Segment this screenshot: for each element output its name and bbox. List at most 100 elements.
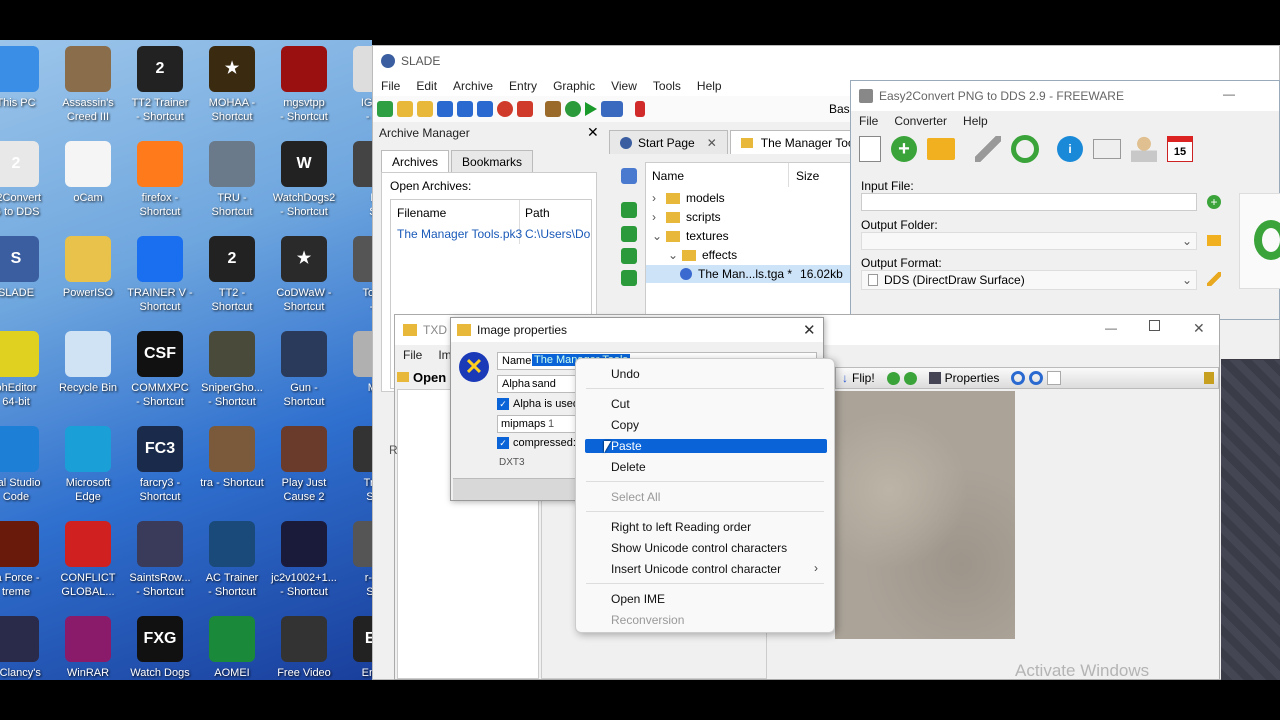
dialog-close-icon[interactable]: ✕ [803, 321, 816, 339]
e2c-menu-item[interactable]: File [851, 114, 886, 128]
zoom-fit-icon[interactable] [903, 371, 917, 385]
desktop-icon[interactable]: IGSh [340, 141, 372, 219]
archive-manager-close-icon[interactable]: ✕ [587, 124, 599, 141]
desktop-icon[interactable]: TRU - Shortcut [196, 141, 268, 219]
expand-icon[interactable]: › [652, 191, 666, 205]
bug-icon[interactable] [565, 101, 581, 117]
archive-row-path[interactable]: C:\Users\Do [525, 227, 591, 241]
desktop-icon[interactable]: S SLADE [0, 236, 52, 300]
slade-menu-item[interactable]: Help [689, 79, 730, 93]
desktop-icon[interactable]: Assassin's Creed III [52, 46, 124, 124]
desktop-icon[interactable]: ual Studio Code [0, 426, 52, 504]
add-input-icon[interactable]: + [1207, 195, 1221, 209]
desktop-icon[interactable]: AOMEI [196, 616, 268, 680]
desktop-icon[interactable]: jc2v1002+1... - Shortcut [268, 521, 340, 599]
menu-insert-unicode[interactable]: Insert Unicode control character [611, 562, 781, 576]
wrench-icon[interactable] [601, 101, 623, 117]
zoom-reset-icon[interactable] [886, 371, 900, 385]
desktop-icon[interactable]: This PC [0, 46, 52, 110]
import-icon[interactable] [621, 226, 637, 242]
desktop-icon[interactable]: MP [340, 331, 372, 395]
convert-icon[interactable] [1011, 135, 1039, 163]
menu-paste[interactable]: Paste [611, 439, 642, 453]
desktop-icon[interactable]: tra - Shortcut [196, 426, 268, 490]
save-icon[interactable] [437, 101, 453, 117]
open-icon[interactable] [397, 101, 413, 117]
txd-close-icon[interactable]: ✕ [1193, 320, 1205, 337]
slade-menu-item[interactable]: Archive [445, 79, 501, 93]
menu-rtl[interactable]: Right to left Reading order [611, 520, 751, 534]
e2c-minimize-icon[interactable]: — [1223, 87, 1235, 101]
alpha-field[interactable]: Alpha sand [497, 375, 577, 393]
menu-cut[interactable]: Cut [611, 397, 630, 411]
menu-copy[interactable]: Copy [611, 418, 639, 432]
output-format-select[interactable]: DDS (DirectDraw Surface) ⌄ [861, 270, 1197, 290]
desktop-icon[interactable]: EN Enem [340, 616, 372, 680]
script-icon[interactable] [545, 101, 561, 117]
desktop-icon[interactable]: oCam [52, 141, 124, 205]
desktop-icon[interactable]: Recycle Bin [52, 331, 124, 395]
collapse-icon[interactable]: ⌄ [668, 248, 682, 262]
desktop-icon[interactable]: ohEditor 64-bit [0, 331, 52, 409]
close-archive-icon[interactable] [497, 101, 513, 117]
col-path[interactable]: Path [525, 206, 550, 220]
col-name[interactable]: Name [652, 169, 684, 183]
desktop-icon[interactable]: ★ MOHAA - Shortcut [196, 46, 268, 124]
desktop-icon[interactable]: CSF COMMXPC - Shortcut [124, 331, 196, 409]
desktop-icon[interactable]: Train Sho [340, 426, 372, 504]
txd-open-button[interactable]: Open [395, 367, 451, 387]
zoom-in-icon[interactable] [1011, 371, 1026, 385]
slade-menu-item[interactable]: Entry [501, 79, 545, 93]
e2c-menu-item[interactable]: Help [955, 114, 996, 128]
desktop-icon[interactable]: W WatchDogs2 - Shortcut [268, 141, 340, 219]
menu-undo[interactable]: Undo [611, 367, 640, 381]
slade-menu-item[interactable]: Edit [408, 79, 445, 93]
slade-menu-item[interactable]: Graphic [545, 79, 603, 93]
tree-item-models[interactable]: › models [652, 191, 725, 205]
user-star-icon[interactable] [1131, 136, 1157, 162]
slade-menu-item[interactable]: Tools [645, 79, 689, 93]
calendar-icon[interactable]: 15 [1167, 136, 1193, 162]
properties-button[interactable]: Properties [945, 371, 1000, 385]
save-all-icon[interactable] [477, 101, 493, 117]
menu-show-unicode[interactable]: Show Unicode control characters [611, 541, 787, 555]
new-icon[interactable] [859, 136, 881, 162]
wrench-settings-icon[interactable] [975, 136, 1001, 162]
output-folder-select[interactable]: ⌄ [861, 232, 1197, 250]
view-icon[interactable] [1047, 371, 1062, 385]
slade-menu-item[interactable]: View [603, 79, 645, 93]
save-entry-icon[interactable] [621, 270, 637, 286]
open-dir-icon[interactable] [417, 101, 433, 117]
desktop-icon[interactable]: 2 TT2 - Shortcut [196, 236, 268, 314]
mail-icon[interactable] [1093, 139, 1121, 159]
desktop-icon[interactable]: ★ CoDWaW - Shortcut [268, 236, 340, 314]
desktop-icon[interactable]: AC Trainer - Shortcut [196, 521, 268, 599]
tree-item-file-selected[interactable]: The Man...ls.tga * 16.02kb [646, 265, 856, 283]
menu-open-ime[interactable]: Open IME [611, 592, 665, 606]
convert-big-button[interactable] [1239, 193, 1280, 289]
input-file-field[interactable] [861, 193, 1197, 211]
desktop-icon[interactable]: Tomb- L [340, 236, 372, 314]
export-icon[interactable] [621, 248, 637, 264]
txd-maximize-icon[interactable] [1149, 320, 1160, 331]
new-entry-icon[interactable] [621, 202, 637, 218]
run-icon[interactable] [585, 102, 597, 116]
browse-folder-icon[interactable] [1207, 235, 1221, 246]
compressed-checkbox[interactable]: ✓ compressed: [497, 437, 576, 449]
desktop-icon[interactable]: SniperGho... - Shortcut [196, 331, 268, 409]
desktop-icon[interactable]: y Clancy's [0, 616, 52, 680]
tab-close-icon[interactable]: ✕ [707, 136, 717, 150]
alpha-used-checkbox[interactable]: ✓ Alpha is used [497, 398, 579, 410]
tab-start-page[interactable]: Start Page ✕ [609, 130, 728, 154]
txd-menu-file[interactable]: File [395, 348, 430, 362]
mipmaps-field[interactable]: mipmaps 1 [497, 415, 577, 433]
edit-format-icon[interactable] [1207, 272, 1221, 286]
desktop-icon[interactable]: CONFLICT GLOBAL... [52, 521, 124, 599]
desktop-icon[interactable]: Play Just Cause 2 [268, 426, 340, 504]
tab-bookmarks[interactable]: Bookmarks [451, 150, 534, 172]
txd-minimize-icon[interactable]: — [1105, 321, 1117, 335]
tree-item-effects[interactable]: ⌄ effects [668, 248, 737, 262]
col-size[interactable]: Size [796, 169, 819, 183]
tree-item-scripts[interactable]: › scripts [652, 210, 721, 224]
folder-open-icon[interactable] [927, 138, 955, 160]
